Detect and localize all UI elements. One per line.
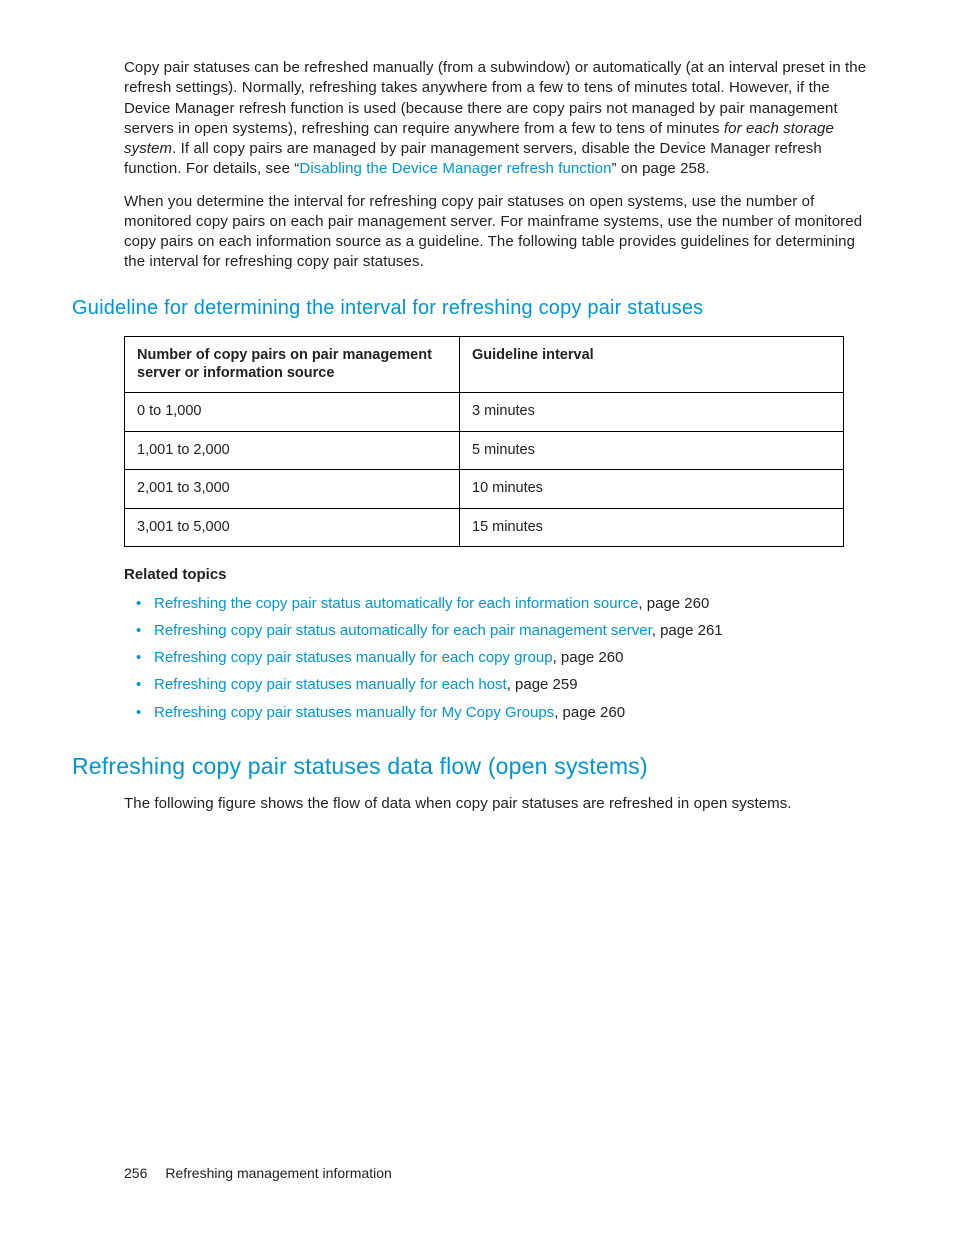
heading-guideline-interval: Guideline for determining the interval f… (72, 295, 884, 322)
related-topics-heading: Related topics (124, 565, 884, 585)
list-item: Refreshing copy pair statuses manually f… (142, 703, 884, 723)
table-header-row: Number of copy pairs on pair management … (125, 336, 844, 393)
table-row: 2,001 to 3,000 10 minutes (125, 470, 844, 509)
table-cell: 2,001 to 3,000 (125, 470, 460, 509)
table-header-1: Number of copy pairs on pair management … (125, 336, 460, 393)
list-item: Refreshing copy pair status automaticall… (142, 621, 884, 641)
table-cell: 1,001 to 2,000 (125, 431, 460, 470)
table-header-2: Guideline interval (460, 336, 844, 393)
table-cell: 10 minutes (460, 470, 844, 509)
footer-title: Refreshing management information (165, 1165, 391, 1181)
related-link[interactable]: Refreshing copy pair statuses manually f… (154, 704, 554, 721)
related-tail: , page 260 (554, 704, 625, 721)
list-item: Refreshing copy pair statuses manually f… (142, 648, 884, 668)
para1-text3: ” on page 258. (612, 160, 710, 177)
guideline-table: Number of copy pairs on pair management … (124, 336, 844, 548)
related-link[interactable]: Refreshing copy pair status automaticall… (154, 622, 652, 639)
page-footer: 256 Refreshing management information (124, 1164, 392, 1183)
related-link[interactable]: Refreshing copy pair statuses manually f… (154, 676, 507, 693)
list-item: Refreshing the copy pair status automati… (142, 594, 884, 614)
related-tail: , page 259 (507, 676, 578, 693)
document-page: Copy pair statuses can be refreshed manu… (0, 0, 954, 1235)
table-row: 1,001 to 2,000 5 minutes (125, 431, 844, 470)
paragraph-block-3: The following figure shows the flow of d… (124, 794, 880, 814)
related-tail: , page 261 (652, 622, 723, 639)
paragraph-3: The following figure shows the flow of d… (124, 794, 880, 814)
related-tail: , page 260 (638, 595, 709, 612)
list-item: Refreshing copy pair statuses manually f… (142, 675, 884, 695)
related-topics-list: Refreshing the copy pair status automati… (124, 594, 884, 723)
table-row: 0 to 1,000 3 minutes (125, 393, 844, 432)
related-link[interactable]: Refreshing copy pair statuses manually f… (154, 649, 553, 666)
related-tail: , page 260 (553, 649, 624, 666)
table-cell: 5 minutes (460, 431, 844, 470)
table-cell: 3 minutes (460, 393, 844, 432)
paragraph-1: Copy pair statuses can be refreshed manu… (124, 58, 880, 180)
table-cell: 0 to 1,000 (125, 393, 460, 432)
paragraph-block-1: Copy pair statuses can be refreshed manu… (124, 58, 880, 273)
table-cell: 3,001 to 5,000 (125, 508, 460, 547)
heading-data-flow: Refreshing copy pair statuses data flow … (72, 751, 884, 782)
table-row: 3,001 to 5,000 15 minutes (125, 508, 844, 547)
paragraph-2: When you determine the interval for refr… (124, 192, 880, 273)
link-disabling-refresh[interactable]: Disabling the Device Manager refresh fun… (299, 160, 611, 177)
table-cell: 15 minutes (460, 508, 844, 547)
page-number: 256 (124, 1165, 147, 1181)
related-link[interactable]: Refreshing the copy pair status automati… (154, 595, 638, 612)
